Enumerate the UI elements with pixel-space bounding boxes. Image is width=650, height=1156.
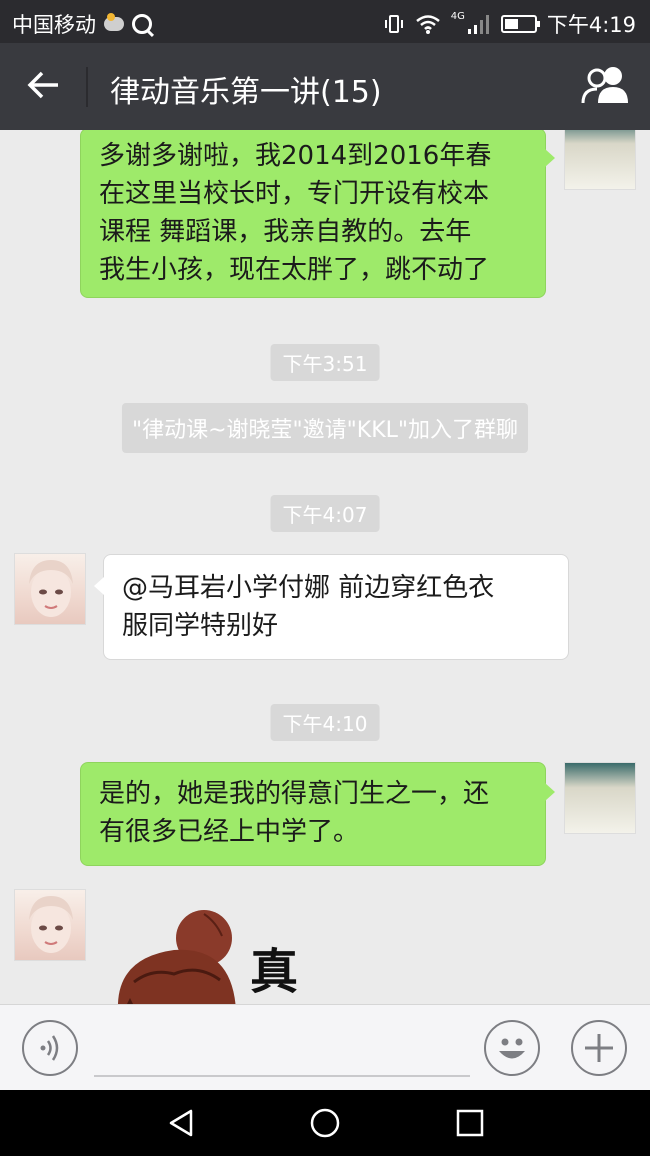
plus-icon — [585, 1034, 613, 1062]
wifi-icon — [415, 15, 440, 34]
nav-back-icon[interactable] — [165, 1107, 197, 1139]
network-type-label: 4G — [450, 10, 465, 22]
sticker-text: 真 — [250, 944, 299, 1000]
status-left: 中国移动 — [12, 9, 152, 39]
sender-avatar[interactable] — [14, 889, 86, 961]
back-arrow-icon[interactable] — [26, 67, 62, 103]
message-line: 课程 舞蹈课，我亲自教的。去年 — [99, 217, 472, 247]
emoji-icon — [499, 1038, 525, 1059]
voice-button[interactable] — [22, 1020, 78, 1076]
message-line: 是的，她是我的得意门生之一，还 — [99, 779, 490, 809]
timestamp: 下午3:51 — [270, 344, 380, 381]
weather-icon — [104, 13, 124, 31]
chat-message-list[interactable]: 多谢多谢啦，我2014到2016年春 在这里当校长时，专门开设有校本 课程 舞蹈… — [0, 130, 650, 1004]
message-bubble-self[interactable]: 多谢多谢啦，我2014到2016年春 在这里当校长时，专门开设有校本 课程 舞蹈… — [80, 130, 555, 298]
message-line: 多谢多谢啦，我2014到2016年春 — [99, 141, 492, 171]
emoji-button[interactable] — [484, 1020, 540, 1076]
status-bar: 中国移动 4G 下午4:19 — [0, 0, 650, 43]
self-avatar[interactable] — [564, 762, 636, 834]
sender-avatar[interactable] — [14, 553, 86, 625]
group-members-icon[interactable] — [580, 65, 632, 105]
avatar-portrait-icon — [29, 896, 73, 953]
status-right: 4G 下午4:19 — [383, 9, 636, 39]
nav-home-icon[interactable] — [309, 1107, 341, 1139]
system-notice: "律动课~谢晓莹"邀请"KKL"加入了群聊 — [121, 403, 529, 453]
carrier-label: 中国移动 — [12, 13, 96, 37]
avatar-portrait-icon — [29, 560, 73, 617]
message-line: 我生小孩，现在太胖了，跳不动了 — [99, 255, 490, 285]
voice-icon — [40, 1035, 59, 1061]
message-line: 有很多已经上中学了。 — [99, 817, 360, 847]
input-bar — [0, 1004, 650, 1090]
sticker-message[interactable]: 真 — [112, 900, 302, 1004]
timestamp: 下午4:07 — [270, 495, 380, 532]
battery-icon — [500, 15, 540, 33]
timestamp: 下午4:10 — [270, 704, 380, 741]
title-divider — [86, 67, 88, 107]
message-bubble-self[interactable]: 是的，她是我的得意门生之一，还 有很多已经上中学了。 — [80, 762, 555, 866]
signal-icon — [467, 15, 489, 34]
message-bubble-other[interactable]: @马耳岩小学付娜 前边穿红色衣 服同学特别好 — [94, 554, 569, 660]
system-nav-bar — [0, 1090, 650, 1156]
chat-title: 律动音乐第一讲(15) — [110, 75, 382, 110]
chat-header: 律动音乐第一讲(15) — [0, 43, 650, 130]
vibrate-icon — [384, 15, 403, 33]
message-line: @马耳岩小学付娜 前边穿红色衣 — [122, 573, 495, 603]
more-options-button[interactable] — [571, 1020, 627, 1076]
clock-label: 下午4:19 — [546, 13, 636, 37]
message-line: 服同学特别好 — [122, 611, 279, 641]
message-input[interactable] — [94, 1019, 470, 1077]
message-line: 在这里当校长时，专门开设有校本 — [99, 179, 490, 209]
self-avatar[interactable] — [564, 130, 636, 190]
q-app-icon — [132, 14, 152, 34]
nav-recent-apps-icon[interactable] — [454, 1107, 486, 1139]
